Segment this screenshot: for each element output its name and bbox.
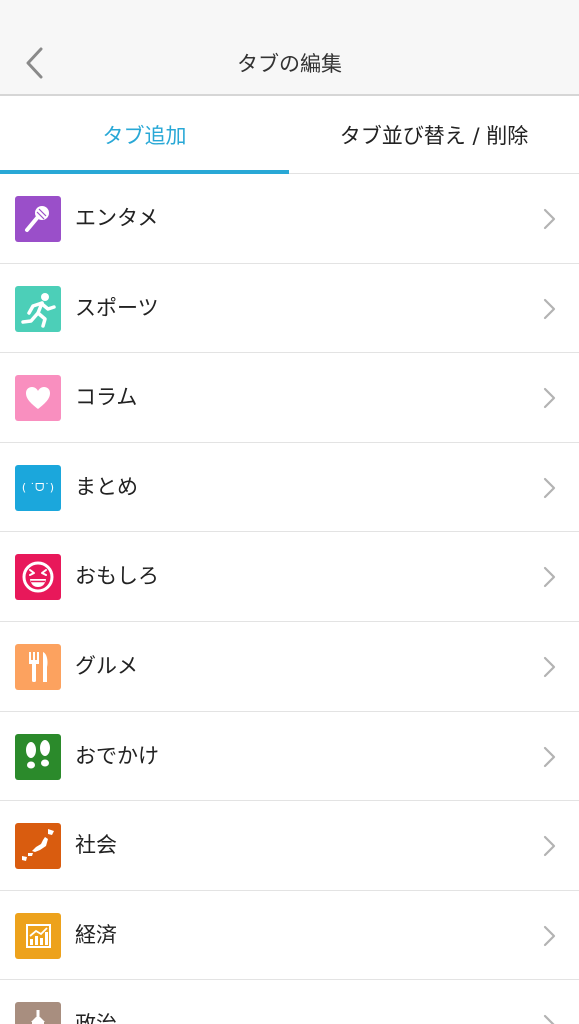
chevron-right-icon	[543, 298, 556, 319]
chevron-right-icon	[543, 746, 556, 767]
list-item-society[interactable]: 社会	[0, 801, 579, 891]
list-item-entertainment[interactable]: エンタメ	[0, 174, 579, 264]
list-item-economy[interactable]: 経済	[0, 890, 579, 981]
bar-chart-icon	[15, 912, 61, 959]
chevron-right-icon	[543, 836, 556, 857]
runner-icon	[15, 285, 61, 332]
chevron-right-icon	[543, 477, 556, 498]
category-list: エンタメ スポーツ コラム (˙ᗜ˙) まとめ おもしろ グルメ おでかけ 社…	[0, 174, 579, 1024]
navigation-bar: タブの編集	[0, 0, 579, 96]
tab-add[interactable]: タブ追加	[0, 96, 289, 174]
tab-reorder-delete[interactable]: タブ並び替え / 削除	[289, 96, 579, 173]
tab-bar: タブ追加 タブ並び替え / 削除	[0, 96, 579, 174]
parliament-icon	[15, 1002, 61, 1024]
list-item-outing[interactable]: おでかけ	[0, 711, 579, 802]
category-label: まとめ	[75, 474, 138, 499]
list-item-sports[interactable]: スポーツ	[0, 263, 579, 354]
category-label: おもしろ	[75, 564, 159, 589]
list-item-column[interactable]: コラム	[0, 353, 579, 443]
category-label: おでかけ	[75, 743, 159, 768]
chevron-right-icon	[543, 567, 556, 588]
chevron-right-icon	[543, 1015, 555, 1024]
kaomoji-text: ( ˙ᗜ˙)	[21, 480, 55, 494]
category-label: エンタメ	[75, 206, 159, 230]
tab-reorder-delete-label: タブ並び替え / 削除	[339, 123, 529, 148]
category-label: 政治	[75, 1009, 117, 1024]
category-label: コラム	[75, 385, 138, 410]
microphone-icon	[15, 196, 61, 242]
chevron-right-icon	[543, 656, 556, 678]
chevron-right-icon	[543, 388, 556, 409]
category-label: スポーツ	[75, 295, 159, 320]
app-screen: タブの編集 タブ追加 タブ並び替え / 削除 エンタメ スポーツ コラム (˙…	[0, 0, 579, 1024]
list-item-matome[interactable]: ( ˙ᗜ˙) まとめ	[0, 442, 579, 533]
kaomoji-icon: ( ˙ᗜ˙)	[15, 464, 61, 511]
chevron-right-icon	[543, 208, 556, 230]
category-label: グルメ	[75, 653, 138, 678]
heart-icon	[15, 375, 61, 422]
tab-add-label: タブ追加	[102, 123, 187, 148]
laughing-face-icon	[15, 554, 61, 601]
footprints-icon	[15, 733, 61, 780]
list-item-funny[interactable]: おもしろ	[0, 532, 579, 622]
japan-map-icon	[15, 823, 61, 870]
category-label: 経済	[75, 922, 117, 947]
category-label: 社会	[75, 833, 117, 858]
chevron-right-icon	[543, 925, 556, 946]
list-item-gourmet[interactable]: グルメ	[0, 621, 579, 712]
list-item-politics[interactable]: 政治	[0, 980, 579, 1024]
fork-knife-icon	[15, 643, 61, 690]
page-title: タブの編集	[237, 52, 342, 76]
